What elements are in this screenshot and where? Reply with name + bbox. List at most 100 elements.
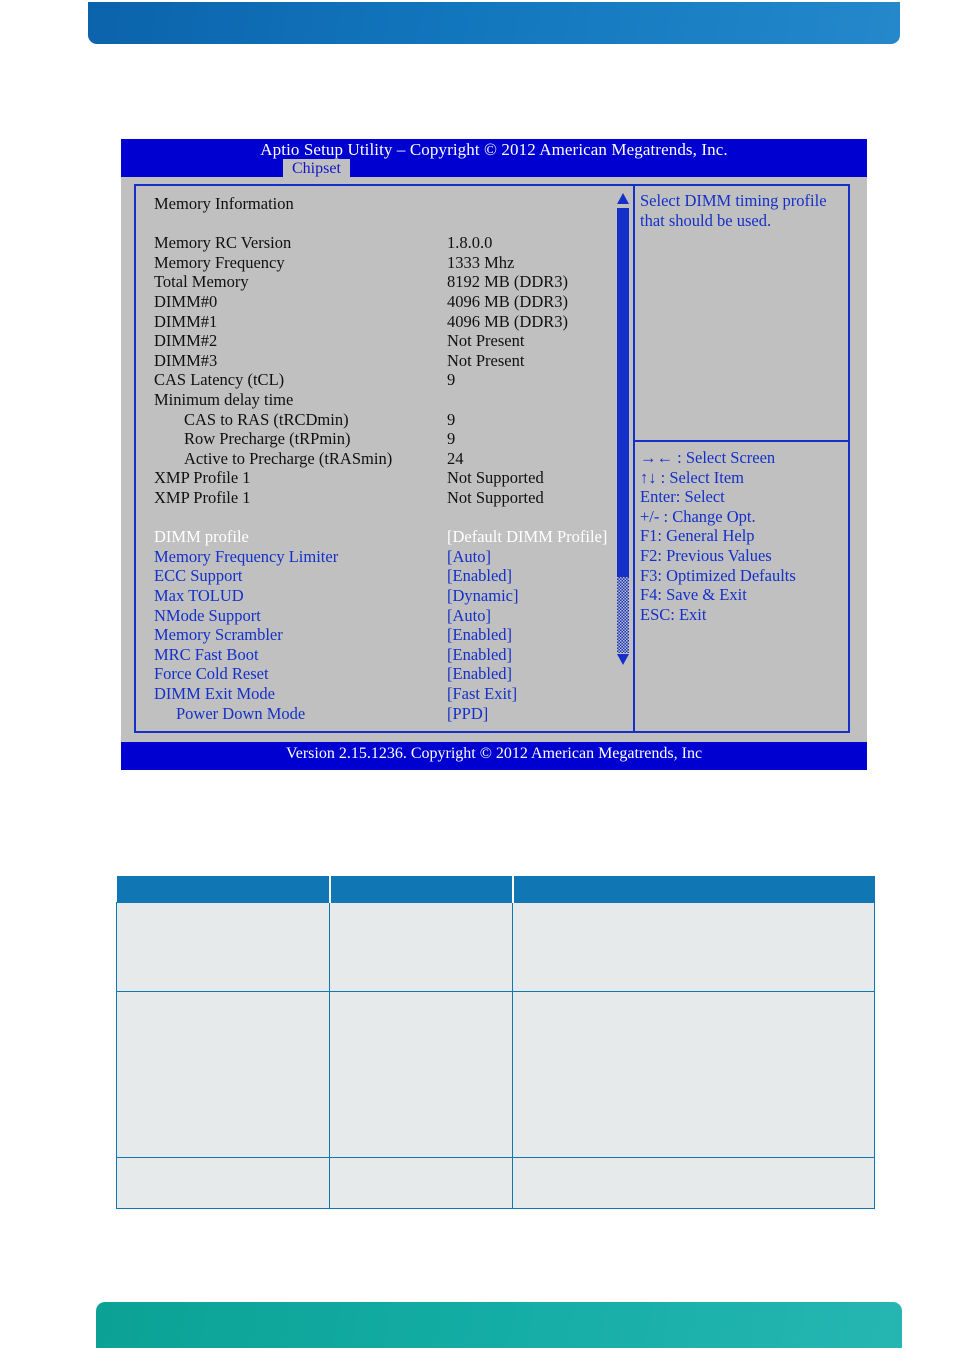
- row-label: DIMM#1: [154, 311, 218, 331]
- settings-scrollbar[interactable]: [614, 188, 632, 729]
- info-row: DIMM#2 Not Present: [136, 331, 633, 351]
- info-row: Active to Precharge (tRASmin) 24: [136, 449, 633, 469]
- info-row: XMP Profile 1 Not Supported: [136, 468, 633, 488]
- row-label: CAS Latency (tCL): [154, 370, 285, 390]
- row-value: 4096 MB (DDR3): [447, 311, 569, 331]
- row-value: [PPD]: [447, 703, 489, 723]
- row-value: Not Present: [447, 350, 525, 370]
- bios-title: Aptio Setup Utility – Copyright © 2012 A…: [260, 140, 728, 159]
- option-row[interactable]: MRC Fast Boot [Enabled]: [136, 645, 633, 665]
- row-value: 24: [447, 448, 464, 468]
- option-row[interactable]: Memory Frequency Limiter [Auto]: [136, 547, 633, 567]
- row-value: [Fast Exit]: [447, 684, 518, 703]
- row-value: [Enabled]: [447, 625, 513, 645]
- table-header-cell: [329, 876, 514, 903]
- info-row: DIMM#3 Not Present: [136, 351, 633, 371]
- row-value: 9: [447, 370, 456, 390]
- table-cell: [329, 991, 513, 1158]
- tab-chipset[interactable]: Chipset: [283, 159, 350, 179]
- row-label: Minimum delay time: [154, 390, 294, 409]
- row-value: [Enabled]: [447, 566, 513, 586]
- scroll-down-arrow-icon[interactable]: [617, 654, 629, 665]
- help-divider: [635, 440, 850, 442]
- row-value: [Enabled]: [447, 644, 513, 664]
- row-value: Not Supported: [447, 468, 544, 488]
- table-header-cell: [512, 876, 875, 903]
- key-legend-item: F1: General Help: [640, 526, 755, 546]
- key-legend-item: F3: Optimized Defaults: [640, 565, 796, 585]
- key-legend: →← : Select Screen ↑↓ : Select Item Enter:…: [640, 448, 848, 624]
- row-label: CAS to RAS (tRCDmin): [184, 409, 349, 429]
- table-header-row: [116, 876, 875, 903]
- row-label: Power Down Mode: [176, 703, 306, 723]
- row-label: ECC Support: [154, 566, 243, 586]
- row-label: DIMM#3: [154, 350, 218, 370]
- row-label: NMode Support: [154, 605, 261, 625]
- option-row[interactable]: DIMM Exit Mode [Fast Exit]: [136, 684, 633, 704]
- info-row: CAS Latency (tCL) 9: [136, 370, 633, 390]
- row-value: 8192 MB (DDR3): [447, 272, 569, 292]
- help-pane: Select DIMM timing profile that should b…: [635, 186, 850, 731]
- row-label: Memory Frequency Limiter: [154, 546, 339, 566]
- bios-setup-screen: Aptio Setup Utility – Copyright © 2012 A…: [121, 139, 867, 770]
- page-header-bar: [88, 2, 900, 44]
- table-cell: [329, 902, 513, 992]
- key-legend-item: F4: Save & Exit: [640, 585, 747, 605]
- table-cell: [512, 991, 875, 1158]
- row-value: 4096 MB (DDR3): [447, 292, 569, 311]
- row-value: [Auto]: [447, 546, 491, 566]
- row-label: Memory Scrambler: [154, 625, 283, 645]
- row-label: Total Memory: [154, 272, 249, 292]
- row-label: Max TOLUD: [154, 586, 244, 605]
- table-row: [116, 1157, 875, 1209]
- table-cell: [512, 1157, 875, 1209]
- row-label: Active to Precharge (tRASmin): [184, 448, 393, 468]
- row-label: DIMM#2: [154, 331, 218, 351]
- option-row[interactable]: Power Down Mode [PPD]: [136, 704, 633, 724]
- section-heading: Memory Information: [136, 194, 633, 214]
- row-value: Not Present: [447, 331, 525, 351]
- info-row: Memory RC Version 1.8.0.0: [136, 233, 633, 253]
- row-value: [Auto]: [447, 605, 491, 625]
- key-legend-item: Enter: Select: [640, 487, 725, 507]
- info-row: Row Precharge (tRPmin) 9: [136, 429, 633, 449]
- help-text: Select DIMM timing profile that should b…: [640, 191, 827, 230]
- row-label: Memory Information: [154, 194, 294, 213]
- option-row[interactable]: Memory Scrambler [Enabled]: [136, 625, 633, 645]
- row-label: Memory RC Version: [154, 233, 292, 253]
- scrollbar-thumb[interactable]: [617, 208, 629, 577]
- row-value: 9: [447, 409, 456, 429]
- info-row: Minimum delay time: [136, 390, 633, 410]
- row-value: Not Supported: [447, 488, 544, 507]
- row-label: XMP Profile 1: [154, 488, 251, 507]
- key-legend-item: →← : Select Screen: [640, 448, 776, 467]
- table-header-cell: [116, 876, 331, 903]
- option-row[interactable]: Max TOLUD [Dynamic]: [136, 586, 633, 606]
- settings-list-pane: Memory Information Memory RC Version 1.8.0…: [136, 186, 633, 731]
- row-value: 1333 Mhz: [447, 252, 515, 272]
- bios-version-text: Version 2.15.1236. Copyright © 2012 Amer…: [285, 745, 703, 762]
- key-legend-item: ESC: Exit: [640, 604, 707, 624]
- key-legend-item: ↑↓ : Select Item: [640, 467, 745, 487]
- row-label: MRC Fast Boot: [154, 644, 259, 664]
- key-legend-item: F2: Previous Values: [640, 545, 772, 565]
- table-cell: [116, 991, 330, 1158]
- row-value: [Default DIMM Profile]: [447, 527, 608, 547]
- data-table: [116, 876, 875, 1209]
- row-label: DIMM Exit Mode: [154, 684, 275, 703]
- info-row: DIMM#0 4096 MB (DDR3): [136, 292, 633, 312]
- row-label: Memory Frequency: [154, 252, 285, 272]
- option-row[interactable]: NMode Support [Auto]: [136, 606, 633, 626]
- row-value: [Enabled]: [447, 664, 513, 684]
- page-footer-bar: [96, 1302, 902, 1348]
- option-row[interactable]: ECC Support [Enabled]: [136, 566, 633, 586]
- info-row: Memory Frequency 1333 Mhz: [136, 253, 633, 273]
- info-row: DIMM#1 4096 MB (DDR3): [136, 312, 633, 332]
- row-value: 1.8.0.0: [447, 233, 493, 253]
- table-cell: [329, 1157, 513, 1209]
- option-row[interactable]: Force Cold Reset [Enabled]: [136, 664, 633, 684]
- scroll-up-arrow-icon[interactable]: [617, 193, 629, 204]
- table-cell: [116, 902, 330, 992]
- selected-option-row[interactable]: DIMM profile [Default DIMM Profile]: [136, 527, 633, 547]
- table-row: [116, 991, 875, 1158]
